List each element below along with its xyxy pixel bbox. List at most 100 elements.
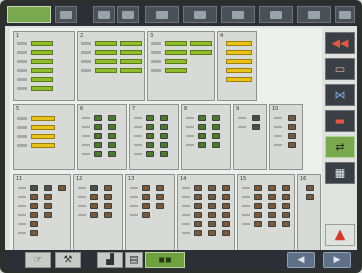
- input-slot[interactable]: [31, 77, 53, 82]
- right-sidebar: ◀◀ ▭ ⋈ ▬ ⇄ ▦ ▲: [323, 28, 357, 270]
- module-15[interactable]: 15: [237, 174, 295, 260]
- status-led: [254, 221, 262, 227]
- hand-button[interactable]: ☞: [25, 252, 51, 268]
- menu-icon: [60, 10, 72, 19]
- output-slot[interactable]: [31, 116, 55, 121]
- status-led: [222, 212, 230, 218]
- module-7[interactable]: 7: [129, 104, 179, 170]
- status-led: [30, 203, 38, 209]
- status-led: [58, 185, 66, 191]
- output-slot[interactable]: [226, 41, 252, 46]
- status-led: [30, 212, 38, 218]
- input-slot[interactable]: [95, 68, 117, 73]
- module-5[interactable]: 5: [13, 104, 75, 170]
- input-slot[interactable]: [165, 50, 187, 55]
- overview-button[interactable]: ▤: [125, 252, 143, 268]
- module-2[interactable]: 2: [77, 31, 145, 101]
- input-slot[interactable]: [31, 50, 53, 55]
- device-screen: 1 2 3 4 5 6 7 8 9 10 11 12 13 14 15 16 ◀…: [0, 0, 362, 273]
- active-page-button[interactable]: ▪▪: [145, 252, 185, 268]
- page-button-5[interactable]: [297, 6, 331, 23]
- status-led: [252, 124, 260, 130]
- module-number: 1: [16, 33, 20, 39]
- sidebar-item-warning[interactable]: ▲: [325, 224, 355, 246]
- page-icon: [270, 10, 282, 19]
- channel-label: [17, 117, 27, 120]
- input-slot[interactable]: [120, 41, 142, 46]
- output-slot[interactable]: [226, 59, 252, 64]
- channel-label: [151, 51, 161, 54]
- input-slot[interactable]: [165, 68, 187, 73]
- valve-icon: ⋈: [334, 88, 346, 102]
- module-1[interactable]: 1: [13, 31, 75, 101]
- arrow-right-icon: ▶: [333, 255, 341, 265]
- input-slot[interactable]: [165, 41, 187, 46]
- module-8[interactable]: 8: [181, 104, 231, 170]
- module-3[interactable]: 3: [147, 31, 215, 101]
- menu-button[interactable]: [55, 6, 77, 23]
- module-16[interactable]: 16: [297, 174, 321, 260]
- module-number: 11: [16, 176, 23, 182]
- back-button[interactable]: ◀: [287, 252, 315, 268]
- input-slot[interactable]: [31, 86, 53, 91]
- status-led: [160, 115, 168, 121]
- input-slot[interactable]: [95, 59, 117, 64]
- page-button-3[interactable]: [221, 6, 255, 23]
- sidebar-item-fan[interactable]: ▭: [325, 58, 355, 80]
- output-slot[interactable]: [31, 143, 55, 148]
- status-led: [146, 133, 154, 139]
- status-led: [222, 194, 230, 200]
- module-6[interactable]: 6: [77, 104, 127, 170]
- forward-button[interactable]: ▶: [323, 252, 351, 268]
- module-13[interactable]: 13: [125, 174, 175, 260]
- status-led: [94, 133, 102, 139]
- sidebar-item-valve[interactable]: ⋈: [325, 84, 355, 106]
- status-led: [108, 142, 116, 148]
- input-slot[interactable]: [190, 50, 212, 55]
- module-9[interactable]: 9: [233, 104, 267, 170]
- input-slot[interactable]: [120, 68, 142, 73]
- module-11[interactable]: 11: [13, 174, 71, 260]
- plant-button[interactable]: ▟: [97, 252, 123, 268]
- input-slot[interactable]: [190, 41, 212, 46]
- module-14[interactable]: 14: [177, 174, 235, 260]
- output-slot[interactable]: [31, 125, 55, 130]
- status-led: [282, 194, 290, 200]
- input-slot[interactable]: [31, 41, 53, 46]
- output-slot[interactable]: [31, 134, 55, 139]
- status-led: [208, 221, 216, 227]
- input-slot[interactable]: [31, 59, 53, 64]
- status-led: [268, 185, 276, 191]
- input-slot[interactable]: [165, 59, 187, 64]
- channel-label: [17, 126, 27, 129]
- sidebar-item-routing[interactable]: ⇄: [325, 136, 355, 158]
- page-button-1[interactable]: [145, 6, 179, 23]
- module-4[interactable]: 4: [217, 31, 257, 101]
- input-slot[interactable]: [95, 41, 117, 46]
- status-led: [208, 230, 216, 236]
- sidebar-item-heater[interactable]: ▬: [325, 110, 355, 132]
- input-slot[interactable]: [31, 68, 53, 73]
- output-slot[interactable]: [226, 50, 252, 55]
- module-number: 3: [150, 33, 154, 39]
- sidebar-item-audio[interactable]: ◀◀: [325, 32, 355, 54]
- bottom-toolbar: ☞ ⚒ ▟ ▤ ▪▪ ◀ ▶: [5, 250, 357, 270]
- status-led: [90, 203, 98, 209]
- input-slot[interactable]: [120, 59, 142, 64]
- status-led: [306, 185, 314, 191]
- sidebar-item-grid[interactable]: ▦: [325, 162, 355, 184]
- output-slot[interactable]: [226, 77, 252, 82]
- status-button[interactable]: [7, 6, 51, 23]
- module-12[interactable]: 12: [73, 174, 123, 260]
- input-slot[interactable]: [120, 50, 142, 55]
- page-button-2[interactable]: [183, 6, 217, 23]
- settings-button[interactable]: [117, 6, 139, 23]
- output-slot[interactable]: [226, 68, 252, 73]
- input-slot[interactable]: [95, 50, 117, 55]
- info-button[interactable]: [93, 6, 115, 23]
- page-button-6[interactable]: [335, 6, 355, 23]
- module-10[interactable]: 10: [269, 104, 303, 170]
- status-led: [194, 185, 202, 191]
- page-button-4[interactable]: [259, 6, 293, 23]
- tool-button[interactable]: ⚒: [55, 252, 81, 268]
